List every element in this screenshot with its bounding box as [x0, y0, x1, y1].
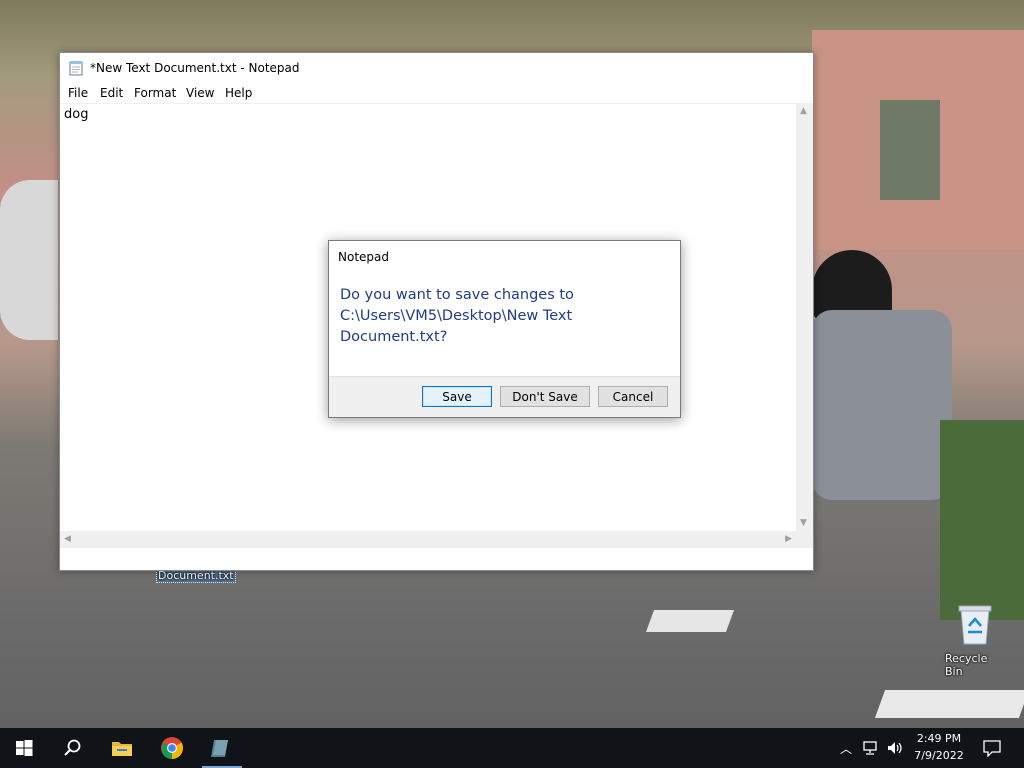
dialog-title: Notepad [338, 250, 389, 264]
notepad-icon [69, 61, 83, 76]
network-icon[interactable] [862, 740, 880, 756]
volume-icon[interactable] [886, 740, 904, 756]
clock-date[interactable]: 7/9/2022 [910, 749, 968, 762]
show-hidden-icons-icon[interactable]: ︿ [840, 740, 852, 757]
scroll-left-icon[interactable]: ◀ [64, 534, 71, 544]
scroll-up-icon[interactable]: ▲ [800, 106, 807, 116]
menu-format[interactable]: Format [134, 86, 176, 100]
dialog-message: Do you want to save changes to C:\Users\… [340, 287, 574, 345]
clock-time[interactable]: 2:49 PM [910, 732, 968, 745]
chrome-icon[interactable] [160, 736, 184, 760]
status-bar [60, 548, 813, 570]
horizontal-scrollbar[interactable]: ◀ ▶ [60, 531, 796, 548]
file-explorer-icon[interactable] [110, 736, 134, 760]
menu-view[interactable]: View [186, 86, 214, 100]
notepad-taskbar-icon[interactable] [209, 736, 233, 760]
dont-save-button[interactable]: Don't Save [500, 386, 590, 407]
window-title: *New Text Document.txt - Notepad [90, 61, 300, 75]
recycle-bin-label: Recycle Bin [945, 652, 988, 678]
dialog-button-bar: Save Don't Save Cancel [329, 376, 680, 417]
notification-center-icon[interactable] [982, 739, 1002, 757]
notepad-titlebar[interactable]: *New Text Document.txt - Notepad [60, 53, 813, 83]
recycle-bin-icon [958, 605, 992, 645]
vertical-scrollbar[interactable]: ▲ ▼ [796, 103, 813, 531]
save-button[interactable]: Save [422, 386, 492, 407]
windows-start-icon[interactable] [12, 736, 36, 760]
scroll-down-icon[interactable]: ▼ [800, 518, 807, 528]
scroll-right-icon[interactable]: ▶ [785, 534, 792, 544]
menu-bar: File Edit Format View Help [60, 83, 813, 103]
recycle-bin[interactable]: Recycle Bin [944, 600, 1006, 678]
cancel-button[interactable]: Cancel [598, 386, 668, 407]
menu-file[interactable]: File [68, 86, 88, 100]
editor-content: dog [64, 107, 89, 122]
menu-edit[interactable]: Edit [100, 86, 123, 100]
menu-help[interactable]: Help [225, 86, 252, 100]
search-icon[interactable] [60, 736, 84, 760]
taskbar: ︿ 2:49 PM 7/9/2022 [0, 728, 1024, 768]
save-changes-dialog[interactable]: Notepad Do you want to save changes to C… [328, 240, 681, 418]
scrollbar-corner [796, 531, 813, 548]
